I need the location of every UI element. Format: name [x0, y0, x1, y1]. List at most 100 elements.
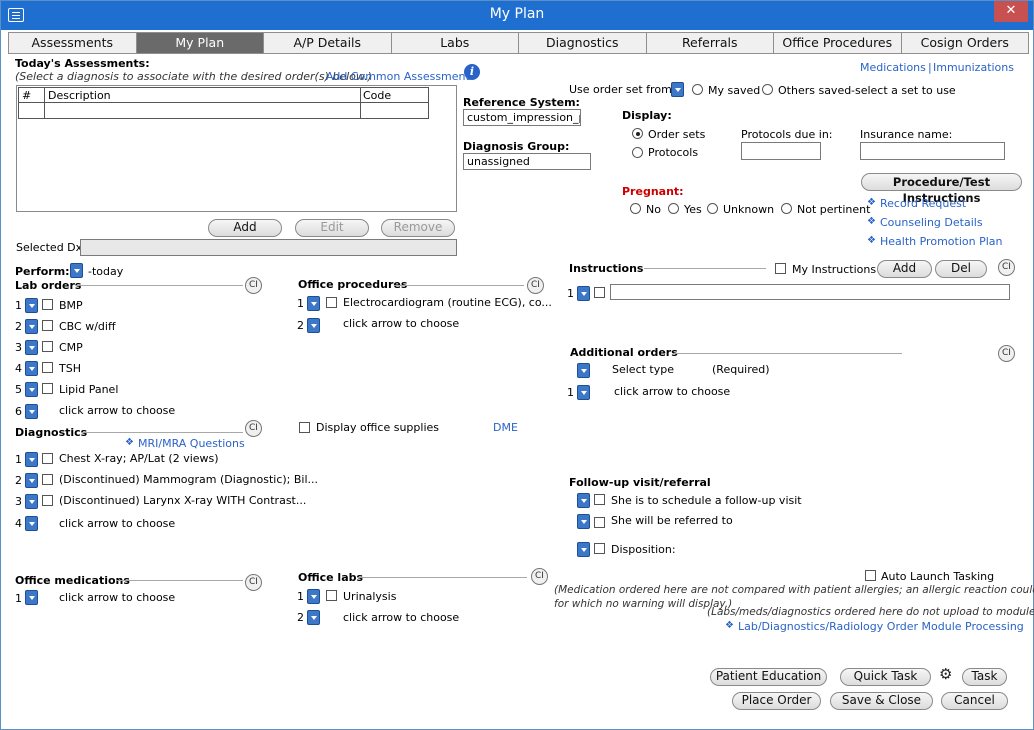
tab-labs[interactable]: Labs: [390, 32, 519, 54]
followup-referred-checkbox[interactable]: [594, 517, 605, 528]
instructions-ci-icon[interactable]: CI: [998, 259, 1015, 276]
instruction-row-dropdown-icon[interactable]: [577, 286, 590, 301]
referral-dropdown-icon[interactable]: [577, 514, 590, 529]
dme-link[interactable]: DME: [493, 421, 518, 434]
remove-assessment-button[interactable]: Remove: [381, 219, 455, 237]
immunizations-link[interactable]: Immunizations: [933, 61, 1014, 74]
lab-row-dropdown-icon[interactable]: [25, 382, 38, 397]
office-lab-row-dropdown-icon[interactable]: [307, 610, 320, 625]
lab-orders-ci-icon[interactable]: CI: [245, 277, 262, 294]
followup-dropdown-icon[interactable]: [577, 493, 590, 508]
health-promotion-plan-link[interactable]: Health Promotion Plan: [880, 235, 1002, 248]
diagnostic-row-dropdown-icon[interactable]: [25, 452, 38, 467]
diagnostic-row-dropdown-icon[interactable]: [25, 516, 38, 531]
insurance-field[interactable]: [860, 142, 1005, 160]
additional-order-row-number: 1: [567, 386, 574, 399]
display-supplies-checkbox[interactable]: [299, 422, 310, 433]
protocols-due-field[interactable]: [741, 142, 821, 160]
instruction-row-checkbox[interactable]: [594, 287, 605, 298]
procedure-item-ecg: Electrocardiogram (routine ECG), co...: [343, 296, 552, 309]
pregnant-unknown-radio[interactable]: [707, 203, 718, 214]
procedure-row-dropdown-icon[interactable]: [307, 296, 320, 311]
lab-row-dropdown-icon[interactable]: [25, 404, 38, 419]
diagnostic-row-checkbox[interactable]: [42, 495, 53, 506]
lab-row-checkbox[interactable]: [42, 320, 53, 331]
pregnant-no-radio[interactable]: [630, 203, 641, 214]
place-order-button[interactable]: Place Order: [732, 692, 821, 710]
lab-row-checkbox[interactable]: [42, 383, 53, 394]
add-common-assessment-link[interactable]: Add Common Assessment: [326, 70, 470, 83]
order-sets-radio[interactable]: [632, 128, 643, 139]
diagnostic-row-checkbox[interactable]: [42, 453, 53, 464]
lab-row-checkbox[interactable]: [42, 341, 53, 352]
diagnostic-row-dropdown-icon[interactable]: [25, 494, 38, 509]
procedure-test-instructions-button[interactable]: Procedure/Test Instructions: [861, 173, 1022, 205]
diagnostics-ci-icon[interactable]: CI: [245, 420, 262, 437]
save-close-button[interactable]: Save & Close: [830, 692, 933, 710]
lab-row-checkbox[interactable]: [42, 362, 53, 373]
additional-orders-ci-icon[interactable]: CI: [998, 345, 1015, 362]
add-assessment-button[interactable]: Add: [208, 219, 282, 237]
office-procedures-ci-icon[interactable]: CI: [527, 277, 544, 294]
office-medications-ci-icon[interactable]: CI: [245, 574, 262, 591]
instructions-add-button[interactable]: Add: [877, 260, 932, 278]
diagnostic-row-checkbox[interactable]: [42, 474, 53, 485]
assessments-hint: (Select a diagnosis to associate with th…: [15, 70, 372, 83]
select-type-dropdown-icon[interactable]: [577, 363, 590, 378]
diagnosis-group-field[interactable]: unassigned: [463, 153, 591, 170]
tab-ap-details[interactable]: A/P Details: [263, 32, 392, 54]
patient-education-button[interactable]: Patient Education: [710, 668, 827, 686]
close-button[interactable]: ✕: [994, 1, 1028, 22]
my-instructions-checkbox[interactable]: [775, 263, 786, 274]
counseling-details-link[interactable]: Counseling Details: [880, 216, 983, 229]
quick-task-button[interactable]: Quick Task: [840, 668, 931, 686]
diagnostic-row-dropdown-icon[interactable]: [25, 473, 38, 488]
pregnant-yes-radio[interactable]: [668, 203, 679, 214]
order-module-processing-link[interactable]: Lab/Diagnostics/Radiology Order Module P…: [738, 620, 1024, 633]
record-request-link[interactable]: Record Request: [880, 197, 966, 210]
edit-assessment-button[interactable]: Edit: [295, 219, 369, 237]
procedure-row-checkbox[interactable]: [326, 297, 337, 308]
procedure-row-dropdown-icon[interactable]: [307, 318, 320, 333]
perform-dropdown-icon[interactable]: [70, 263, 83, 278]
tab-diagnostics[interactable]: Diagnostics: [518, 32, 647, 54]
tab-cosign-orders[interactable]: Cosign Orders: [900, 32, 1029, 54]
tab-my-plan[interactable]: My Plan: [135, 32, 264, 54]
protocols-radio[interactable]: [632, 147, 643, 158]
mri-mra-questions-link[interactable]: MRI/MRA Questions: [138, 437, 245, 450]
tab-referrals[interactable]: Referrals: [645, 32, 774, 54]
followup-schedule-checkbox[interactable]: [594, 494, 605, 505]
diagnostic-item-chest-xray: Chest X-ray; AP/Lat (2 views): [59, 452, 219, 465]
task-button[interactable]: Task: [962, 668, 1007, 686]
my-saved-radio[interactable]: [692, 84, 703, 95]
auto-launch-checkbox[interactable]: [865, 570, 876, 581]
reference-system-field[interactable]: custom_impression_pl: [463, 109, 581, 126]
office-labs-ci-icon[interactable]: CI: [531, 568, 548, 585]
lab-row-dropdown-icon[interactable]: [25, 319, 38, 334]
lab-row-dropdown-icon[interactable]: [25, 340, 38, 355]
medication-row-dropdown-icon[interactable]: [25, 590, 38, 605]
instruction-text-field[interactable]: [610, 284, 1010, 300]
order-set-dropdown-icon[interactable]: [671, 82, 684, 97]
office-lab-row-checkbox[interactable]: [326, 590, 337, 601]
pregnant-not-pertinent-radio[interactable]: [781, 203, 792, 214]
lab-row-dropdown-icon[interactable]: [25, 298, 38, 313]
allergy-note-line2: for which no warning will display.): [554, 598, 733, 610]
others-saved-radio[interactable]: [762, 84, 773, 95]
cancel-button[interactable]: Cancel: [941, 692, 1008, 710]
medications-link[interactable]: Medications: [860, 61, 926, 74]
lab-row-dropdown-icon[interactable]: [25, 361, 38, 376]
additional-order-dropdown-icon[interactable]: [577, 385, 590, 400]
gear-icon[interactable]: ⚙: [939, 665, 952, 683]
disposition-dropdown-icon[interactable]: [577, 542, 590, 557]
selected-dx-field[interactable]: [80, 239, 457, 256]
tab-assessments[interactable]: Assessments: [8, 32, 137, 54]
instructions-del-button[interactable]: Del: [935, 260, 987, 278]
info-icon[interactable]: i: [464, 64, 480, 80]
tab-office-procedures[interactable]: Office Procedures: [773, 32, 902, 54]
lab-row-checkbox[interactable]: [42, 299, 53, 310]
mri-questions-icon: ❖: [125, 437, 134, 448]
office-lab-row-dropdown-icon[interactable]: [307, 589, 320, 604]
display-label: Display:: [622, 109, 672, 122]
disposition-checkbox[interactable]: [594, 543, 605, 554]
